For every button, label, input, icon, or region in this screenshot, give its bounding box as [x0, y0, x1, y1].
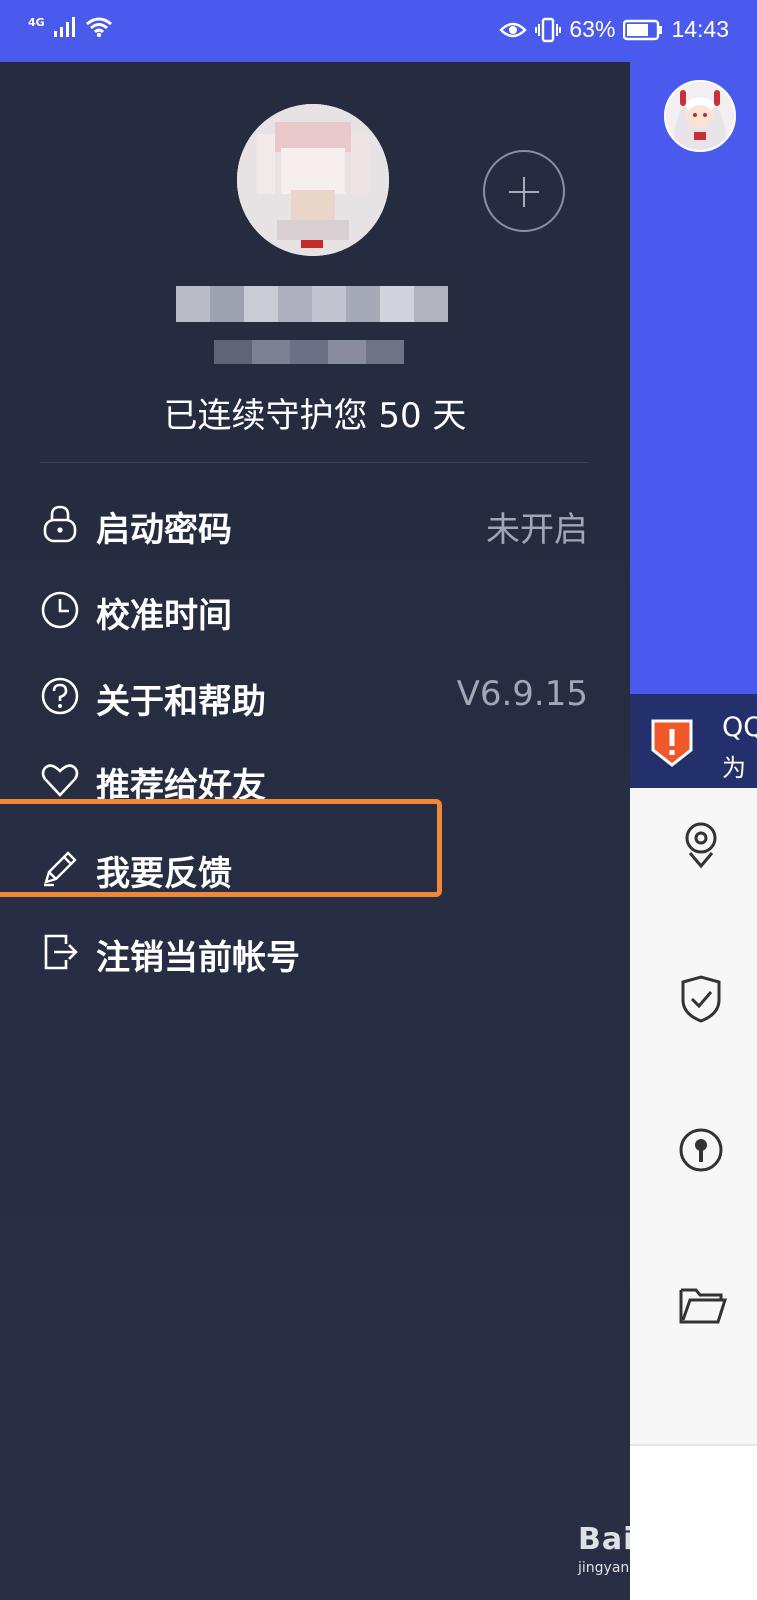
- banner-subtitle: 为: [722, 754, 746, 782]
- warning-shield-icon: [651, 719, 693, 767]
- heart-icon: [41, 764, 79, 797]
- vibrate-icon: [535, 17, 562, 42]
- profile-divider: [40, 462, 588, 463]
- help-icon: [41, 677, 79, 715]
- eye-icon: [499, 22, 528, 37]
- lock-icon: [43, 505, 77, 543]
- security-banner[interactable]: QQ 为: [630, 694, 757, 788]
- startup-password-status: 未开启: [486, 510, 588, 550]
- menu-logout[interactable]: 注销当前帐号: [0, 922, 630, 982]
- menu-label: 校准时间: [96, 596, 232, 636]
- background-app-header: [630, 62, 757, 694]
- menu-label: 注销当前帐号: [96, 938, 300, 978]
- profile-avatar[interactable]: [237, 104, 389, 256]
- feedback-highlight-box: [0, 799, 442, 897]
- menu-calibrate-time[interactable]: 校准时间: [0, 580, 630, 640]
- shield-check-icon[interactable]: [678, 974, 728, 1024]
- menu-startup-password[interactable]: 启动密码 未开启: [0, 494, 630, 554]
- watermark-url: jingyan.baidu.com: [578, 1560, 708, 1576]
- network-type: 4G: [28, 16, 45, 29]
- location-pin-icon[interactable]: [678, 820, 728, 870]
- watermark-brand: Bai 经验: [578, 1522, 708, 1557]
- protection-days-text: 已连续守护您 50 天: [163, 396, 467, 436]
- navigation-drawer: 已连续守护您 50 天 启动密码 未开启 校准时间 关于和帮助 V6.9.15 …: [0, 62, 630, 1600]
- signal-icon: [53, 17, 75, 37]
- status-bar: 4G 63% 14:43: [0, 0, 757, 62]
- battery-icon: [623, 19, 663, 40]
- clock-time: 14:43: [671, 16, 729, 42]
- username-blurred: [176, 286, 448, 322]
- menu-label: 关于和帮助: [96, 682, 266, 722]
- background-avatar[interactable]: [664, 80, 736, 152]
- battery-percent: 63%: [569, 16, 616, 42]
- logout-icon: [44, 934, 78, 970]
- clock-icon: [41, 591, 79, 629]
- banner-title: QQ: [722, 712, 757, 743]
- menu-about-help[interactable]: 关于和帮助 V6.9.15: [0, 666, 630, 726]
- menu-label: 启动密码: [96, 510, 232, 550]
- baidu-watermark: Bai 经验 jingyan.baidu.com: [578, 1514, 708, 1576]
- folder-icon[interactable]: [678, 1280, 728, 1330]
- wifi-icon: [85, 17, 112, 38]
- add-account-button[interactable]: [483, 150, 565, 232]
- account-id-blurred: [214, 340, 404, 364]
- app-version: V6.9.15: [456, 674, 588, 714]
- key-circle-icon[interactable]: [678, 1126, 728, 1176]
- background-app: QQ 为: [630, 62, 757, 1600]
